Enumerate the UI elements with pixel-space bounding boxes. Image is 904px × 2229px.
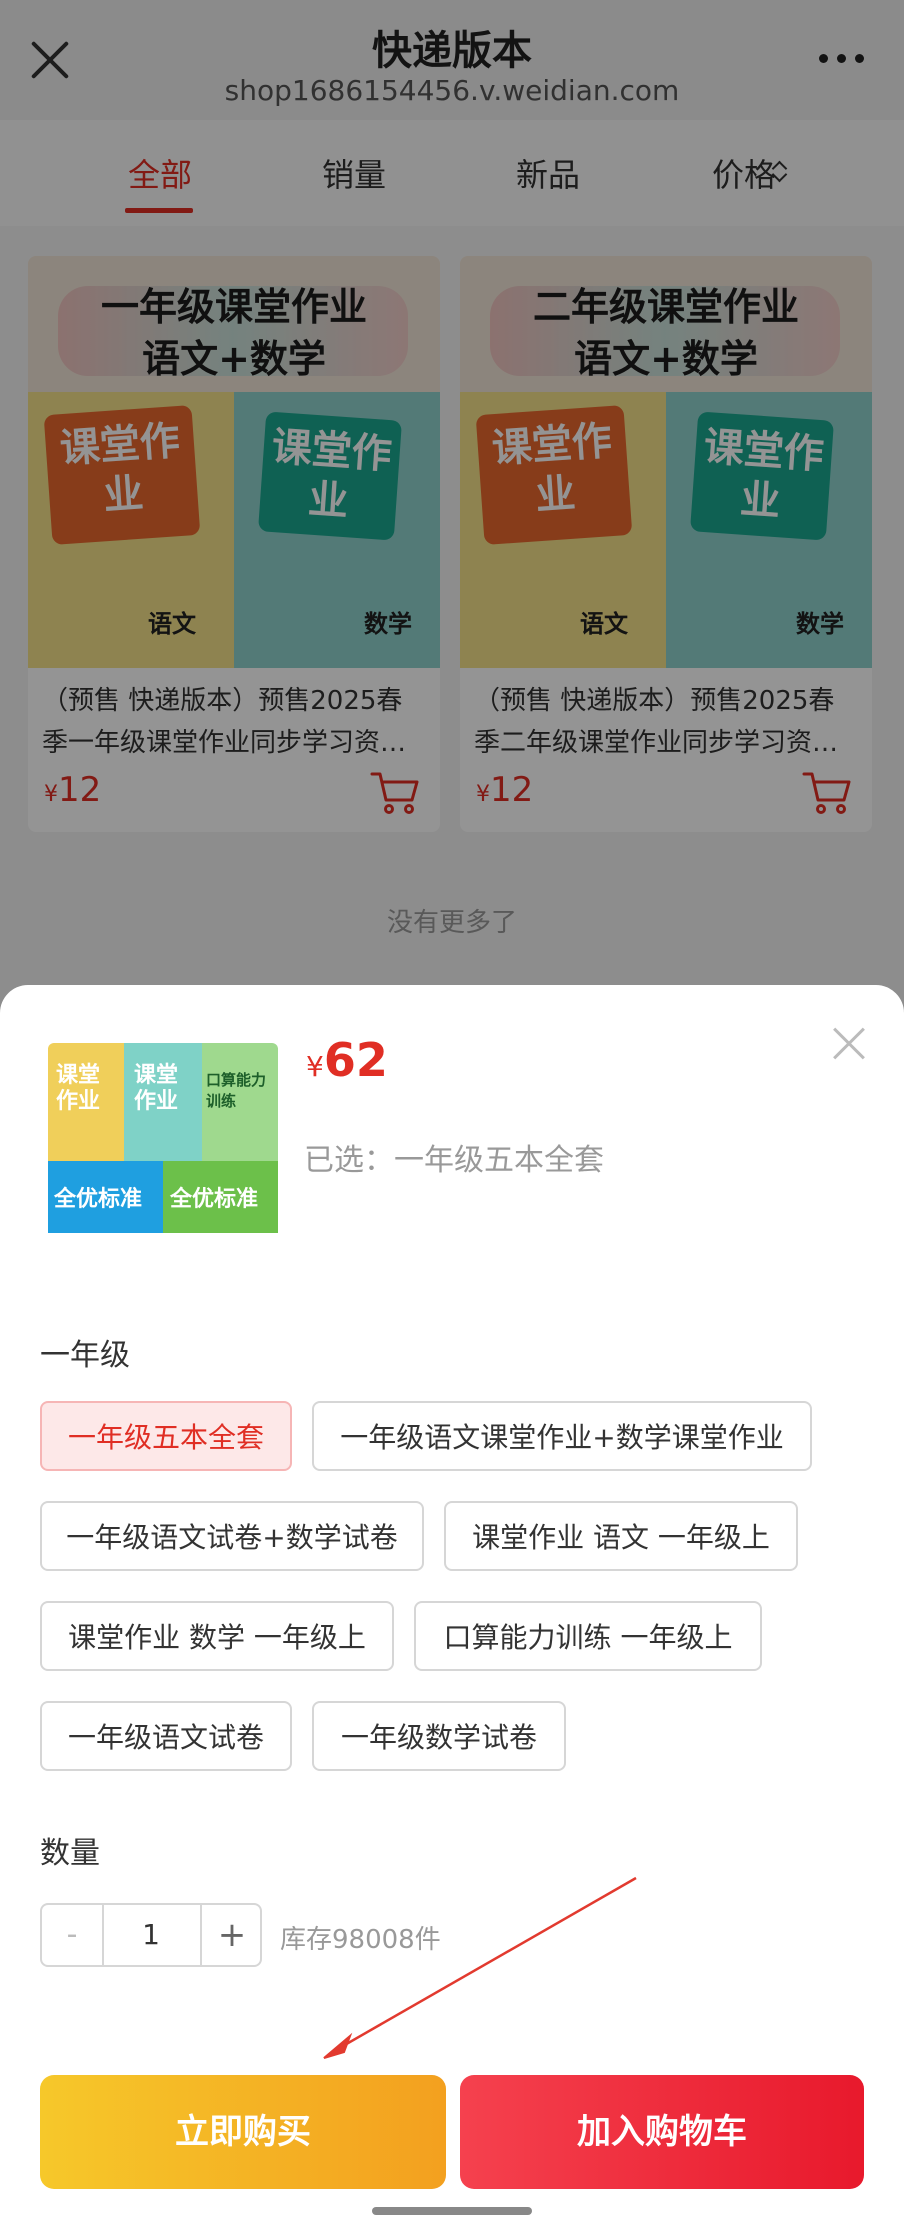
selected-variant: 已选：一年级五本全套 (304, 1143, 604, 1178)
variant-option[interactable]: 课堂作业 语文 一年级上 (444, 1501, 798, 1571)
close-icon[interactable] (832, 1027, 866, 1061)
quantity-input[interactable]: 1 (104, 1905, 198, 1965)
variant-option[interactable]: 一年级语文试卷+数学试卷 (40, 1501, 424, 1571)
home-indicator (372, 2207, 532, 2215)
variant-option[interactable]: 课堂作业 数学 一年级上 (40, 1601, 394, 1671)
add-to-cart-button[interactable]: 加入购物车 (460, 2075, 864, 2189)
variant-group-title: 一年级 (40, 1338, 130, 1373)
variant-option[interactable]: 一年级五本全套 (40, 1401, 292, 1471)
stock-count: 库存98008件 (280, 1925, 441, 1955)
variant-option[interactable]: 口算能力训练 一年级上 (414, 1601, 762, 1671)
sku-selector-sheet: 课堂作业 课堂作业 口算能力训练 全优标准 全优标准 ¥62 已选：一年级五本全… (0, 985, 904, 2229)
decrease-quantity-button[interactable]: - (42, 1905, 104, 1965)
quantity-stepper: - 1 + (40, 1903, 262, 1967)
selected-product-thumbnail: 课堂作业 课堂作业 口算能力训练 全优标准 全优标准 (48, 1043, 278, 1243)
variant-option[interactable]: 一年级语文课堂作业+数学课堂作业 (312, 1401, 812, 1471)
variant-option[interactable]: 一年级语文试卷 (40, 1701, 292, 1771)
increase-quantity-button[interactable]: + (200, 1905, 262, 1965)
buy-now-button[interactable]: 立即购买 (40, 2075, 446, 2189)
selected-price: ¥62 (306, 1033, 388, 1087)
quantity-label: 数量 (40, 1836, 100, 1871)
variant-option[interactable]: 一年级数学试卷 (312, 1701, 566, 1771)
